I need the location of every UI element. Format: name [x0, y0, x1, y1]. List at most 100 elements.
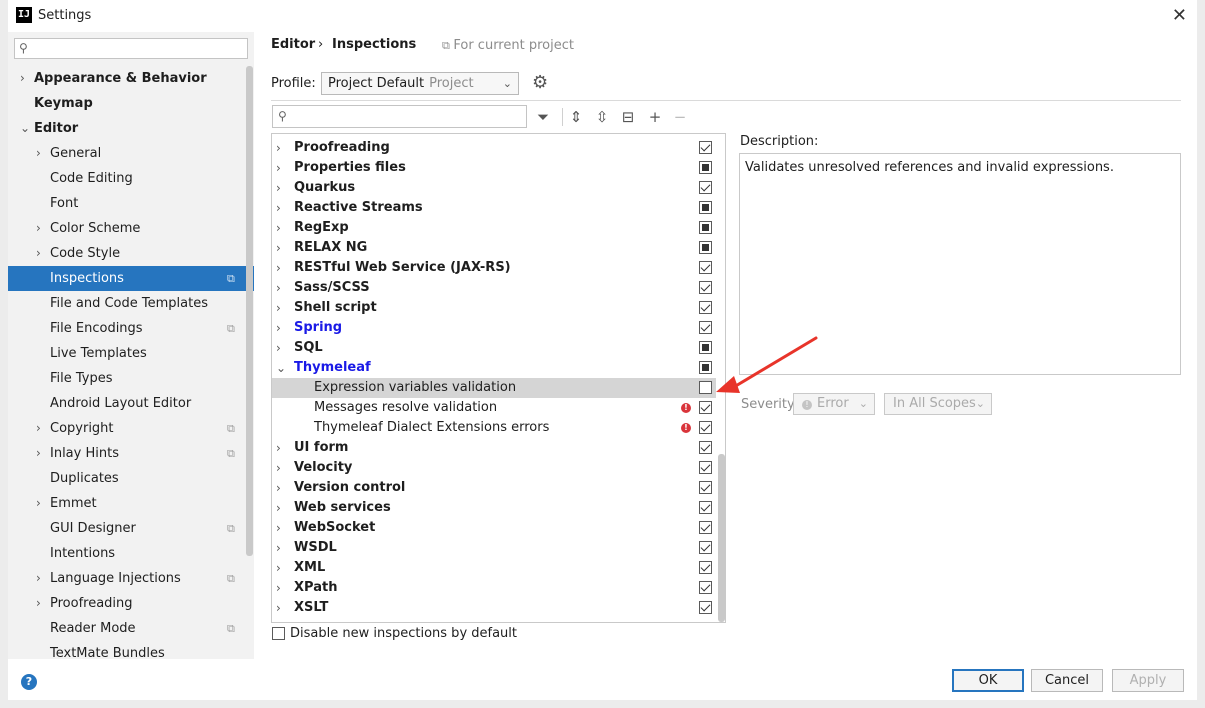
inspection-group-row[interactable]: › RegExp [272, 218, 716, 238]
inspection-group-row[interactable]: › SQL [272, 338, 716, 358]
chevron-right-icon[interactable]: › [276, 498, 281, 518]
ok-button[interactable]: OK [952, 669, 1024, 692]
chevron-right-icon[interactable]: › [276, 278, 281, 298]
sidebar-item[interactable]: › Color Scheme [8, 216, 254, 241]
expand-all-icon[interactable]: ⇕ [566, 106, 586, 128]
chevron-right-icon[interactable]: › [36, 141, 41, 166]
chevron-right-icon[interactable]: › [276, 538, 281, 558]
sidebar-item[interactable]: › General [8, 141, 254, 166]
inspection-search-input[interactable]: ⚲ [272, 105, 527, 128]
chevron-right-icon[interactable]: › [276, 518, 281, 538]
inspection-checkbox[interactable] [699, 521, 712, 534]
sidebar-item[interactable]: › Appearance & Behavior [8, 66, 254, 91]
inspection-checkbox[interactable] [699, 541, 712, 554]
inspection-row[interactable]: Thymeleaf Dialect Extensions errors! [272, 418, 716, 438]
chevron-right-icon[interactable]: › [276, 478, 281, 498]
sidebar-scrollbar[interactable] [246, 66, 253, 556]
close-icon[interactable]: ✕ [1172, 5, 1187, 26]
chevron-right-icon[interactable]: › [36, 216, 41, 241]
inspection-checkbox[interactable] [699, 141, 712, 154]
tree-scrollbar[interactable] [718, 454, 725, 622]
inspection-group-row[interactable]: › Version control [272, 478, 716, 498]
inspection-checkbox[interactable] [699, 361, 712, 374]
sidebar-item[interactable]: File Types [8, 366, 254, 391]
chevron-right-icon[interactable]: › [36, 591, 41, 616]
chevron-right-icon[interactable]: › [36, 416, 41, 441]
scope-dropdown[interactable]: In All Scopes ⌄ [884, 393, 992, 415]
collapse-all-icon[interactable]: ⇳ [592, 106, 612, 128]
inspection-checkbox[interactable] [699, 181, 712, 194]
inspection-group-row[interactable]: › Properties files [272, 158, 716, 178]
chevron-right-icon[interactable]: › [276, 178, 281, 198]
inspection-checkbox[interactable] [699, 381, 712, 394]
sidebar-item[interactable]: › Code Style [8, 241, 254, 266]
chevron-right-icon[interactable]: › [276, 338, 281, 358]
inspection-group-row[interactable]: › XSLT [272, 598, 716, 618]
add-icon[interactable]: + [645, 106, 665, 128]
chevron-right-icon[interactable]: › [36, 566, 41, 591]
sidebar-item[interactable]: Android Layout Editor [8, 391, 254, 416]
sidebar-item[interactable]: Font [8, 191, 254, 216]
sidebar-item[interactable]: File Encodings ⧉ [8, 316, 254, 341]
chevron-right-icon[interactable]: › [276, 218, 281, 238]
inspection-group-row[interactable]: › RELAX NG [272, 238, 716, 258]
inspection-checkbox[interactable] [699, 401, 712, 414]
sidebar-item[interactable]: Keymap [8, 91, 254, 116]
sidebar-item[interactable]: Intentions [8, 541, 254, 566]
chevron-right-icon[interactable]: › [276, 138, 281, 158]
sidebar-item[interactable]: GUI Designer ⧉ [8, 516, 254, 541]
inspection-checkbox[interactable] [699, 221, 712, 234]
sidebar-item[interactable]: File and Code Templates [8, 291, 254, 316]
inspection-group-row[interactable]: › Quarkus [272, 178, 716, 198]
sidebar-item[interactable]: › Proofreading [8, 591, 254, 616]
chevron-right-icon[interactable]: › [276, 158, 281, 178]
chevron-right-icon[interactable]: › [36, 241, 41, 266]
inspection-group-row[interactable]: › Shell script [272, 298, 716, 318]
sidebar-item[interactable]: › Copyright ⧉ [8, 416, 254, 441]
sidebar-item[interactable]: TextMate Bundles [8, 641, 254, 666]
inspection-group-row[interactable]: › Reactive Streams [272, 198, 716, 218]
inspection-group-row[interactable]: › Proofreading [272, 138, 716, 158]
inspection-checkbox[interactable] [699, 161, 712, 174]
checkbox[interactable] [272, 627, 285, 640]
inspection-group-row[interactable]: › Sass/SCSS [272, 278, 716, 298]
chevron-right-icon[interactable]: › [36, 441, 41, 466]
inspection-group-row[interactable]: › XML [272, 558, 716, 578]
inspection-checkbox[interactable] [699, 281, 712, 294]
chevron-right-icon[interactable]: › [276, 578, 281, 598]
inspection-group-row[interactable]: › Velocity [272, 458, 716, 478]
apply-button[interactable]: Apply [1112, 669, 1184, 692]
sidebar-search-input[interactable]: ⚲ [14, 38, 248, 59]
chevron-right-icon[interactable]: › [276, 438, 281, 458]
chevron-right-icon[interactable]: › [276, 458, 281, 478]
inspection-group-row[interactable]: ⌄ Thymeleaf [272, 358, 716, 378]
remove-icon[interactable]: − [670, 106, 690, 128]
chevron-right-icon[interactable]: › [276, 318, 281, 338]
inspection-group-row[interactable]: › XPath [272, 578, 716, 598]
chevron-right-icon[interactable]: › [36, 491, 41, 516]
chevron-right-icon[interactable]: › [276, 238, 281, 258]
inspection-checkbox[interactable] [699, 601, 712, 614]
chevron-right-icon[interactable]: › [276, 258, 281, 278]
inspection-checkbox[interactable] [699, 321, 712, 334]
chevron-right-icon[interactable]: › [276, 298, 281, 318]
chevron-right-icon[interactable]: › [20, 66, 25, 91]
sidebar-item[interactable]: Reader Mode ⧉ [8, 616, 254, 641]
inspection-checkbox[interactable] [699, 481, 712, 494]
chevron-right-icon[interactable]: › [276, 558, 281, 578]
chevron-right-icon[interactable]: › [276, 598, 281, 618]
chevron-down-icon[interactable]: ⌄ [20, 116, 30, 141]
breadcrumb-editor[interactable]: Editor [271, 37, 315, 52]
sidebar-item[interactable]: › Inlay Hints ⧉ [8, 441, 254, 466]
inspection-group-row[interactable]: › Web services [272, 498, 716, 518]
inspection-checkbox[interactable] [699, 341, 712, 354]
inspection-row[interactable]: Expression variables validation [272, 378, 716, 398]
sidebar-item[interactable]: ⌄ Editor [8, 116, 254, 141]
cancel-button[interactable]: Cancel [1031, 669, 1103, 692]
inspection-checkbox[interactable] [699, 441, 712, 454]
sidebar-item[interactable]: › Emmet [8, 491, 254, 516]
help-icon[interactable]: ? [21, 674, 37, 690]
sidebar-item[interactable]: Code Editing [8, 166, 254, 191]
sidebar-item[interactable]: Duplicates [8, 466, 254, 491]
inspection-checkbox[interactable] [699, 241, 712, 254]
